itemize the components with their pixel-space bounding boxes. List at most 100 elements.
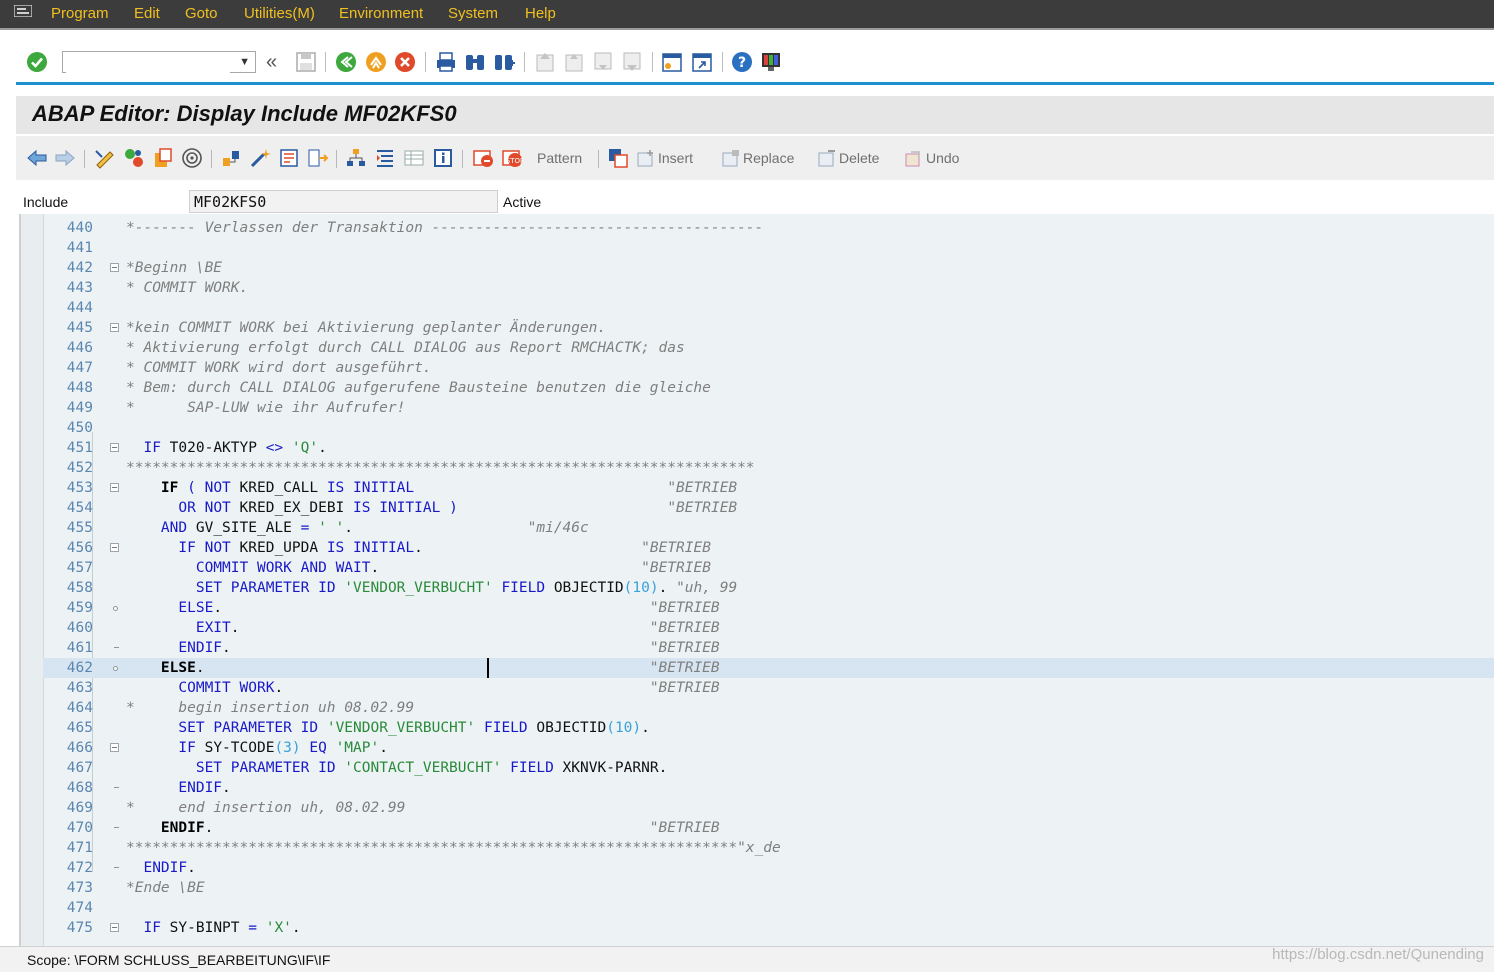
collapse-block-icon[interactable] — [110, 923, 119, 932]
code-line[interactable]: 449 * SAP-LUW wie ihr Aufrufer! — [43, 398, 1494, 418]
pretty-printer-icon[interactable] — [278, 147, 300, 169]
insert-button[interactable]: Insert — [637, 146, 693, 170]
replace-button[interactable]: Replace — [722, 146, 794, 170]
wand-icon[interactable] — [249, 147, 271, 169]
menu-environment[interactable]: Environment — [339, 5, 423, 22]
previous-page-icon[interactable] — [563, 51, 585, 73]
code-line[interactable]: 466 IF SY-TCODE(3) EQ 'MAP'. — [43, 738, 1494, 758]
back-arrow-icon[interactable] — [26, 147, 48, 169]
code-line[interactable]: 452 *************************************… — [43, 458, 1494, 478]
code-line[interactable]: 456 IF NOT KRED_UPDA IS INITIAL. "BETRIE… — [43, 538, 1494, 558]
create-shortcut-icon[interactable] — [691, 51, 713, 73]
chevron-down-icon[interactable]: ▼ — [239, 56, 250, 68]
find-next-icon[interactable] — [493, 51, 515, 73]
exit-icon[interactable] — [365, 51, 387, 73]
save-icon[interactable] — [295, 51, 317, 73]
code-line[interactable]: 468 ENDIF. — [43, 778, 1494, 798]
code-line[interactable]: 474 — [43, 898, 1494, 918]
code-line[interactable]: 467 SET PARAMETER ID 'CONTACT_VERBUCHT' … — [43, 758, 1494, 778]
session-breakpoint-icon[interactable]: STOP — [501, 147, 523, 169]
indent-icon[interactable] — [374, 147, 396, 169]
code-line[interactable]: 450 — [43, 418, 1494, 438]
delete-button[interactable]: Delete — [818, 146, 879, 170]
code-line[interactable]: 445 *kein COMMIT WORK bei Aktivierung gep… — [43, 318, 1494, 338]
code-token: . — [230, 620, 650, 636]
sap-menu-icon[interactable] — [14, 5, 32, 17]
collapse-block-icon[interactable] — [110, 443, 119, 452]
set-breakpoint-icon[interactable] — [472, 147, 494, 169]
cancel-icon[interactable] — [394, 51, 416, 73]
collapse-block-icon[interactable] — [110, 543, 119, 552]
navigation-icon[interactable] — [307, 147, 329, 169]
code-line[interactable]: 443 * COMMIT WORK. — [43, 278, 1494, 298]
object-list-icon[interactable] — [220, 147, 242, 169]
table-icon[interactable] — [403, 147, 425, 169]
code-line[interactable]: 447 * COMMIT WORK wird dort ausgeführt. — [43, 358, 1494, 378]
code-line[interactable]: 472 ENDIF. — [43, 858, 1494, 878]
collapse-command-icon[interactable]: « — [266, 52, 288, 75]
where-used-icon[interactable] — [181, 147, 203, 169]
menu-help[interactable]: Help — [525, 5, 556, 22]
code-token: (10) — [606, 720, 642, 736]
code-line[interactable]: 461 ENDIF. "BETRIEB — [43, 638, 1494, 658]
code-line[interactable]: 441 — [43, 238, 1494, 258]
code-token: . — [222, 780, 231, 796]
code-line[interactable]: 475 IF SY-BINPT = 'X'. — [43, 918, 1494, 938]
help-icon[interactable]: ? — [731, 51, 753, 73]
code-line[interactable]: 471 *************************************… — [43, 838, 1494, 858]
command-input[interactable] — [66, 53, 230, 73]
code-line[interactable]: 451 IF T020-AKTYP <> 'Q'. — [43, 438, 1494, 458]
new-session-icon[interactable] — [661, 51, 683, 73]
forward-arrow-icon[interactable] — [54, 147, 76, 169]
info-icon[interactable] — [432, 147, 454, 169]
last-page-icon[interactable] — [621, 51, 643, 73]
hierarchy-icon[interactable] — [345, 147, 367, 169]
code-line[interactable]: 469 * end insertion uh, 08.02.99 — [43, 798, 1494, 818]
enter-check-icon[interactable] — [26, 51, 48, 73]
collapse-block-icon[interactable] — [110, 263, 119, 272]
display-change-icon[interactable] — [94, 147, 116, 169]
collapse-block-icon[interactable] — [110, 323, 119, 332]
collapse-block-icon[interactable] — [110, 483, 119, 492]
code-line[interactable]: 455 AND GV_SITE_ALE = ' '. "mi/46c — [43, 518, 1494, 538]
code-line[interactable]: 442 *Beginn \BE — [43, 258, 1494, 278]
next-page-icon[interactable] — [592, 51, 614, 73]
mark-block-icon[interactable] — [607, 147, 629, 169]
code-line[interactable]: 457 COMMIT WORK AND WAIT. "BETRIEB — [43, 558, 1494, 578]
other-object-icon[interactable] — [123, 147, 145, 169]
code-line[interactable]: 473 *Ende \BE — [43, 878, 1494, 898]
line-number: 466 — [66, 740, 93, 756]
code-line[interactable]: 470 ENDIF. "BETRIEB — [43, 818, 1494, 838]
code-line[interactable]: 440 *------- Verlassen der Transaktion --… — [43, 218, 1494, 238]
menu-goto[interactable]: Goto — [185, 5, 218, 22]
svg-text:STOP: STOP — [506, 157, 523, 165]
back-icon[interactable] — [335, 51, 357, 73]
code-line[interactable]: 453 IF ( NOT KRED_CALL IS INITIAL "BETRI… — [43, 478, 1494, 498]
customize-layout-icon[interactable] — [760, 51, 782, 73]
code-line[interactable]: 460 EXIT. "BETRIEB — [43, 618, 1494, 638]
code-line[interactable]: 465 SET PARAMETER ID 'VENDOR_VERBUCHT' F… — [43, 718, 1494, 738]
code-line[interactable]: 458 SET PARAMETER ID 'VENDOR_VERBUCHT' F… — [43, 578, 1494, 598]
collapse-block-icon[interactable] — [110, 743, 119, 752]
find-icon[interactable] — [464, 51, 486, 73]
menu-system[interactable]: System — [448, 5, 498, 22]
code-line[interactable]: 463 COMMIT WORK. "BETRIEB — [43, 678, 1494, 698]
code-line[interactable]: 448 * Bem: durch CALL DIALOG aufgerufene … — [43, 378, 1494, 398]
first-page-icon[interactable] — [534, 51, 556, 73]
include-field[interactable]: MF02KFS0 — [189, 190, 498, 213]
code-editor[interactable]: 440 *------- Verlassen der Transaktion --… — [19, 214, 1494, 946]
print-icon[interactable] — [435, 51, 457, 73]
code-line[interactable]: 462 ELSE. "BETRIEB — [43, 658, 1494, 678]
menu-program[interactable]: Program — [51, 5, 109, 22]
code-line[interactable]: 459 ELSE. "BETRIEB — [43, 598, 1494, 618]
code-line[interactable]: 454 OR NOT KRED_EX_DEBI IS INITIAL ) "BE… — [43, 498, 1494, 518]
code-line[interactable]: 464 * begin insertion uh 08.02.99 — [43, 698, 1494, 718]
command-field[interactable]: ▼ — [62, 51, 256, 73]
code-line[interactable]: 444 — [43, 298, 1494, 318]
code-line[interactable]: 446 * Aktivierung erfolgt durch CALL DIAL… — [43, 338, 1494, 358]
undo-button[interactable]: Undo — [905, 146, 959, 170]
activate-icon[interactable] — [152, 147, 174, 169]
pattern-button[interactable]: Pattern — [537, 146, 582, 170]
menu-utilities[interactable]: Utilities(M) — [244, 5, 315, 22]
menu-edit[interactable]: Edit — [134, 5, 160, 22]
